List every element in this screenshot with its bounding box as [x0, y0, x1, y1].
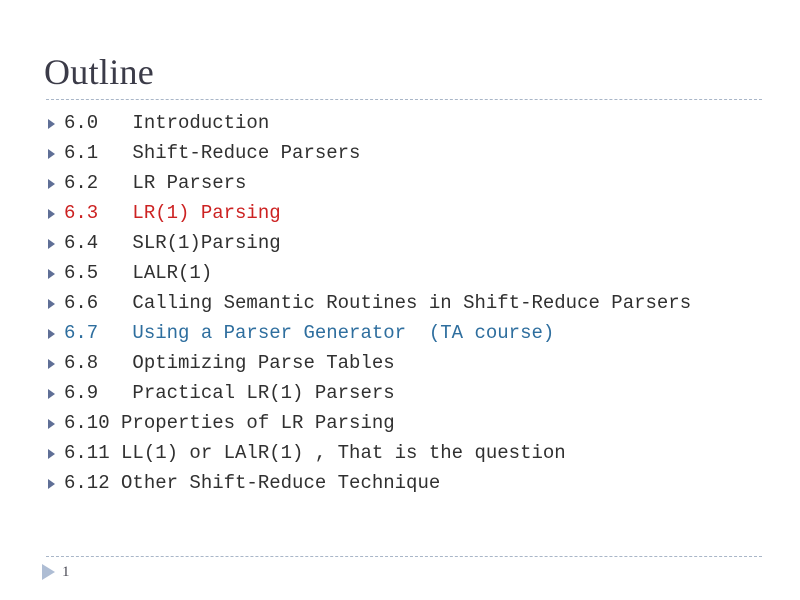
title-divider	[46, 99, 762, 100]
triangle-right-icon	[44, 468, 64, 498]
triangle-right-icon	[44, 318, 64, 348]
triangle-right-icon	[44, 168, 64, 198]
outline-item[interactable]: 6.4 SLR(1)Parsing	[44, 228, 794, 258]
triangle-right-icon	[44, 438, 64, 468]
outline-item[interactable]: 6.5 LALR(1)	[44, 258, 794, 288]
slide-footer: 1	[40, 560, 70, 584]
outline-item[interactable]: 6.7 Using a Parser Generator (TA course)	[44, 318, 794, 348]
outline-item-label: 6.5 LALR(1)	[64, 262, 213, 284]
outline-item[interactable]: 6.1 Shift-Reduce Parsers	[44, 138, 794, 168]
outline-item[interactable]: 6.3 LR(1) Parsing	[44, 198, 794, 228]
triangle-right-icon	[44, 348, 64, 378]
triangle-right-icon	[44, 408, 64, 438]
outline-list: 6.0 Introduction 6.1 Shift-Reduce Parsers…	[44, 108, 794, 498]
outline-item-label: 6.1 Shift-Reduce Parsers	[64, 142, 361, 164]
outline-item[interactable]: 6.2 LR Parsers	[44, 168, 794, 198]
page-title: Outline	[44, 52, 155, 92]
footer-divider	[46, 556, 762, 557]
outline-item-label: 6.6 Calling Semantic Routines in Shift-R…	[64, 292, 692, 314]
page-number: 1	[62, 564, 70, 580]
outline-item[interactable]: 6.9 Practical LR(1) Parsers	[44, 378, 794, 408]
outline-item-label: 6.7 Using a Parser Generator (TA course)	[64, 322, 555, 344]
outline-item-label: 6.11 LL(1) or LAlR(1) , That is the ques…	[64, 442, 566, 464]
outline-item[interactable]: 6.11 LL(1) or LAlR(1) , That is the ques…	[44, 438, 794, 468]
outline-item-label: 6.8 Optimizing Parse Tables	[64, 352, 395, 374]
outline-item[interactable]: 6.0 Introduction	[44, 108, 794, 138]
outline-item-label: 6.12 Other Shift-Reduce Technique	[64, 472, 441, 494]
outline-item[interactable]: 6.6 Calling Semantic Routines in Shift-R…	[44, 288, 794, 318]
outline-item[interactable]: 6.12 Other Shift-Reduce Technique	[44, 468, 794, 498]
outline-item-label: 6.4 SLR(1)Parsing	[64, 232, 281, 254]
outline-item[interactable]: 6.8 Optimizing Parse Tables	[44, 348, 794, 378]
triangle-right-icon	[44, 288, 64, 318]
slide-canvas: Outline 6.0 Introduction 6.1 Shift-Reduce…	[0, 0, 800, 600]
outline-item-label: 6.9 Practical LR(1) Parsers	[64, 382, 395, 404]
outline-item-label: 6.2 LR Parsers	[64, 172, 247, 194]
triangle-right-icon	[44, 258, 64, 288]
triangle-right-icon	[44, 378, 64, 408]
outline-item-label: 6.0 Introduction	[64, 112, 270, 134]
outline-item[interactable]: 6.10 Properties of LR Parsing	[44, 408, 794, 438]
outline-item-label: 6.3 LR(1) Parsing	[64, 202, 281, 224]
triangle-right-icon	[44, 108, 64, 138]
triangle-right-icon	[44, 228, 64, 258]
triangle-right-icon	[44, 138, 64, 168]
outline-item-label: 6.10 Properties of LR Parsing	[64, 412, 395, 434]
triangle-right-icon	[40, 560, 62, 584]
triangle-right-icon	[44, 198, 64, 228]
